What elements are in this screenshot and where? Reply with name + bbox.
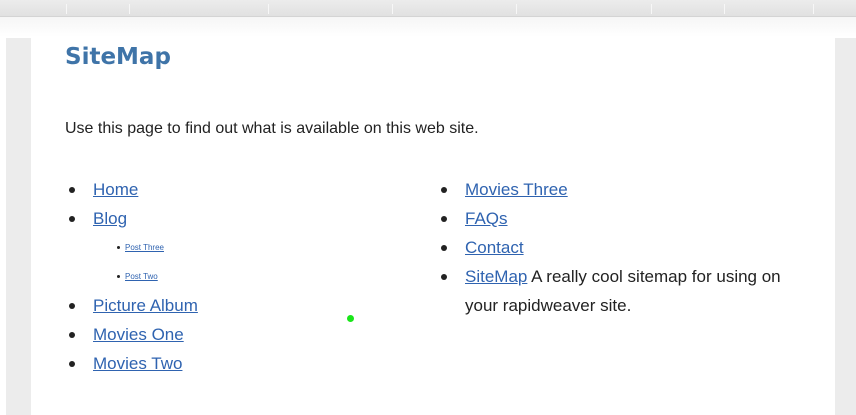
sitemap-link-movies-three[interactable]: Movies Three [465, 180, 568, 199]
intro-text: Use this page to find out what is availa… [65, 120, 479, 137]
bullet-icon [69, 332, 75, 338]
bullet-icon [69, 361, 75, 367]
main-content: SiteMap Use this page to find out what i… [31, 38, 835, 415]
sitemap-item-movies-three: Movies Three [441, 175, 791, 204]
top-toolbar-strip [0, 0, 856, 17]
sitemap-item-sitemap: SiteMap A really cool sitemap for using … [441, 262, 791, 320]
sitemap-item-blog: Blog Post Three Post Two [69, 204, 399, 291]
blog-subitems: Post Three Post Two [93, 233, 399, 291]
sitemap-link-home[interactable]: Home [93, 180, 138, 199]
bullet-icon [69, 303, 75, 309]
sitemap-link-blog[interactable]: Blog [93, 209, 127, 228]
toolbar-divider [724, 4, 725, 14]
sitemap-link-movies-one[interactable]: Movies One [93, 325, 184, 344]
cursor-dot-icon [347, 315, 354, 322]
bullet-icon [441, 245, 447, 251]
sitemap-item-contact: Contact [441, 233, 791, 262]
sitemap-item-movies-two: Movies Two [69, 349, 399, 378]
sitemap-item-movies-one: Movies One [69, 320, 399, 349]
sitemap-item-home: Home [69, 175, 399, 204]
toolbar-divider [651, 4, 652, 14]
sitemap-link-sitemap[interactable]: SiteMap [465, 267, 527, 286]
toolbar-divider [392, 4, 393, 14]
sitemap-link-post-two[interactable]: Post Two [125, 272, 158, 281]
page-title: SiteMap [65, 44, 171, 70]
sitemap-item-faqs: FAQs [441, 204, 791, 233]
header-shadow [0, 17, 856, 37]
sitemap-column-2: Movies Three FAQs Contact SiteMap A real… [441, 175, 791, 320]
sitemap-link-post-three[interactable]: Post Three [125, 243, 164, 252]
toolbar-divider [516, 4, 517, 14]
bullet-icon [441, 187, 447, 193]
toolbar-divider [129, 4, 130, 14]
bullet-icon [117, 246, 120, 249]
sitemap-link-faqs[interactable]: FAQs [465, 209, 508, 228]
left-gutter [6, 38, 31, 415]
bullet-icon [117, 275, 120, 278]
sitemap-link-picture-album[interactable]: Picture Album [93, 296, 198, 315]
sitemap-subitem-post-two: Post Two [93, 262, 399, 291]
right-gutter [835, 38, 856, 415]
toolbar-divider [268, 4, 269, 14]
bullet-icon [69, 187, 75, 193]
sitemap-subitem-post-three: Post Three [93, 233, 399, 262]
sitemap-link-contact[interactable]: Contact [465, 238, 524, 257]
bullet-icon [69, 216, 75, 222]
bullet-icon [441, 274, 447, 280]
toolbar-divider [813, 4, 814, 14]
sitemap-column-1: Home Blog Post Three Post Two Picture Al… [69, 175, 399, 378]
toolbar-divider [66, 4, 67, 14]
bullet-icon [441, 216, 447, 222]
sitemap-link-movies-two[interactable]: Movies Two [93, 354, 182, 373]
